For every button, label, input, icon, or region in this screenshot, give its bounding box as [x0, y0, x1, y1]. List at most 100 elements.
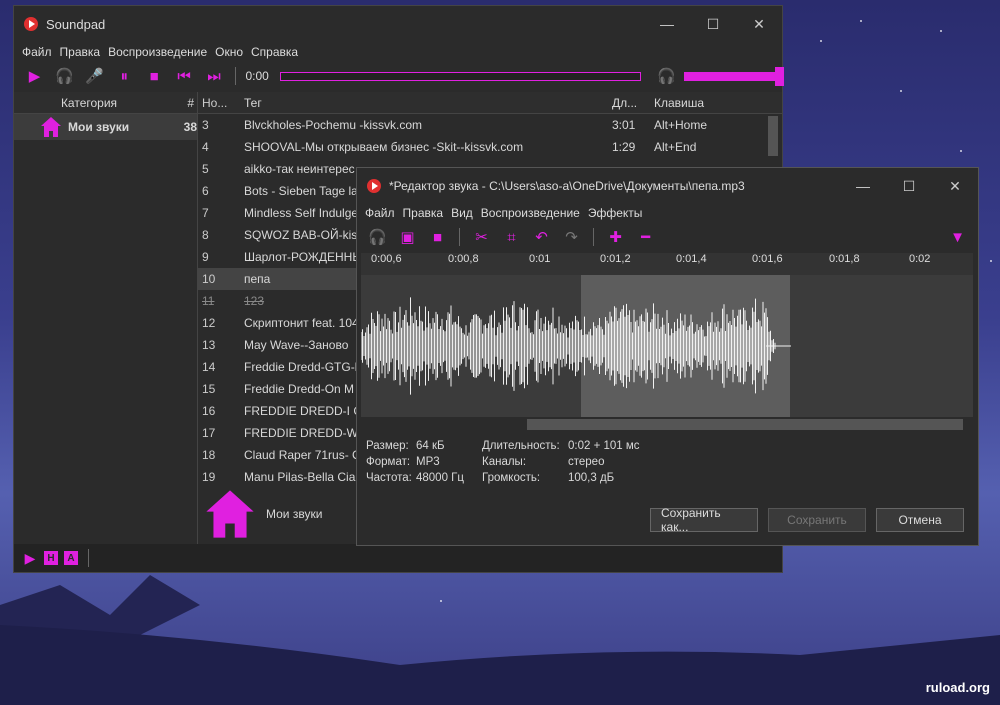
menu-edit[interactable]: Правка	[60, 45, 101, 59]
microphone-icon[interactable]: 🎤	[82, 65, 107, 87]
sound-number: 15	[202, 382, 216, 396]
sound-number: 12	[202, 316, 216, 330]
sound-number: 3	[202, 118, 209, 132]
cut-icon[interactable]: ✂	[469, 226, 494, 248]
sound-duration: 3:01	[612, 118, 636, 132]
duration-column-header[interactable]: Дл...	[612, 96, 654, 110]
scrollbar-thumb[interactable]	[527, 419, 963, 430]
format-value: MP3	[416, 456, 440, 468]
ruler-tick-label: 0:00,8	[448, 253, 479, 265]
autostart-toggle[interactable]: A	[64, 551, 78, 565]
format-label: Формат:	[366, 456, 411, 468]
soundpad-app-icon	[367, 179, 381, 193]
editor-buttons: Сохранить как... Сохранить Отмена	[650, 506, 964, 534]
menu-help[interactable]: Справка	[251, 45, 298, 59]
watermark-text: ruload.org	[925, 680, 990, 695]
sound-tag: SHOOVAL-Мы открываем бизнес -Skit--kissv…	[244, 140, 524, 154]
frequency-label: Частота:	[366, 472, 412, 484]
waveform-scrollbar[interactable]	[361, 419, 973, 430]
loudness-value: 100,3 дБ	[568, 472, 615, 484]
close-button[interactable]: ✕	[932, 171, 978, 201]
waveform-canvas[interactable]	[361, 275, 973, 417]
menu-file[interactable]: Файл	[365, 206, 395, 220]
hotkey-column-header[interactable]: Клавиша	[654, 96, 744, 110]
duration-label: Длительность:	[482, 440, 560, 452]
ruler-tick-label: 0:01,6	[752, 253, 783, 265]
loudness-label: Громкость:	[482, 472, 541, 484]
size-label: Размер:	[366, 440, 409, 452]
zoom-out-icon[interactable]: ━	[633, 226, 658, 248]
speaker-headphones-icon[interactable]: 🎧	[654, 65, 679, 87]
file-info: Размер: 64 кБ Длительность: 0:02 + 101 м…	[366, 438, 640, 486]
sound-list-row[interactable]: 4 SHOOVAL-Мы открываем бизнес -Skit--kiss…	[198, 136, 782, 158]
crop-icon[interactable]: ⌗	[499, 226, 524, 248]
editor-titlebar: *Редактор звука - C:\Users\aso-a\OneDriv…	[357, 168, 978, 204]
category-item[interactable]: Мои звуки 38	[14, 114, 197, 140]
menu-view[interactable]: Вид	[451, 206, 473, 220]
house-icon	[41, 117, 61, 137]
headphones-icon[interactable]: 🎧	[365, 226, 390, 248]
play-selection-icon[interactable]: ▣	[395, 226, 420, 248]
save-as-button[interactable]: Сохранить как...	[650, 506, 758, 534]
pause-icon[interactable]: ⏸	[112, 65, 137, 87]
menu-window[interactable]: Окно	[215, 45, 243, 59]
headphones-icon[interactable]: 🎧	[52, 65, 77, 87]
menu-edit[interactable]: Правка	[403, 206, 444, 220]
ruler-tick-label: 0:01,4	[676, 253, 707, 265]
sound-hotkey: Alt+End	[654, 140, 697, 154]
menu-file[interactable]: Файл	[22, 45, 52, 59]
zoom-in-icon[interactable]: ✚	[603, 226, 628, 248]
undo-icon[interactable]: ↶	[529, 226, 554, 248]
category-count: 38	[183, 120, 197, 134]
sound-number: 4	[202, 140, 209, 154]
save-button[interactable]: Сохранить	[768, 508, 866, 532]
menu-playback[interactable]: Воспроизведение	[481, 206, 580, 220]
close-button[interactable]: ✕	[736, 9, 782, 39]
stop-icon[interactable]: ■	[142, 65, 167, 87]
toolbar-separator	[459, 228, 460, 246]
menu-effects[interactable]: Эффекты	[588, 206, 643, 220]
play-icon[interactable]: ▶	[22, 65, 47, 87]
maximize-button[interactable]: ☐	[886, 171, 932, 201]
count-column-header[interactable]: #	[164, 96, 194, 110]
stop-icon[interactable]: ■	[425, 226, 450, 248]
sound-tag: Blvckholes-Pochemu -kissvk.com	[244, 118, 423, 132]
sound-number: 17	[202, 426, 216, 440]
maximize-button[interactable]: ☐	[690, 9, 736, 39]
redo-icon[interactable]: ↷	[559, 226, 584, 248]
play-icon[interactable]: ▶	[22, 550, 38, 566]
minimize-button[interactable]: —	[840, 171, 886, 201]
category-footer: Мои звуки	[198, 484, 353, 544]
minimize-button[interactable]: —	[644, 9, 690, 39]
sound-number: 5	[202, 162, 209, 176]
main-window-title: Soundpad	[46, 16, 106, 32]
tag-column-header[interactable]: Тег	[240, 96, 612, 110]
ruler-tick-label: 0:01,2	[600, 253, 631, 265]
sound-number: 16	[202, 404, 216, 418]
sound-hotkey: Alt+Home	[654, 118, 708, 132]
category-header: Категория #	[14, 92, 197, 114]
list-scrollbar[interactable]	[768, 116, 778, 156]
volume-slider[interactable]	[684, 66, 784, 86]
sound-number: 11	[202, 294, 215, 308]
sound-list-header: Но... Тег Дл... Клавиша	[198, 92, 782, 114]
category-column-header[interactable]: Категория	[14, 96, 164, 110]
menu-playback[interactable]: Воспроизведение	[108, 45, 207, 59]
sound-number: 8	[202, 228, 209, 242]
next-icon[interactable]: ⏭	[202, 65, 227, 87]
waveform	[361, 297, 791, 395]
dropdown-triangle-icon[interactable]: ▼	[945, 226, 970, 248]
number-column-header[interactable]: Но...	[198, 96, 240, 110]
editor-toolbar: 🎧 ▣ ■ ✂ ⌗ ↶ ↷ ✚ ━ ▼	[357, 222, 978, 252]
seek-bar[interactable]	[280, 71, 642, 81]
channels-label: Каналы:	[482, 456, 527, 468]
ruler-tick-label: 0:00,6	[371, 253, 402, 265]
editor-window-title: *Редактор звука - C:\Users\aso-a\OneDriv…	[389, 179, 745, 193]
size-value: 64 кБ	[416, 440, 445, 452]
statusbar-separator	[88, 549, 89, 567]
hotkeys-toggle[interactable]: H	[44, 551, 58, 565]
toolbar-separator	[593, 228, 594, 246]
cancel-button[interactable]: Отмена	[876, 508, 964, 532]
previous-icon[interactable]: ⏮	[172, 65, 197, 87]
sound-list-row[interactable]: 3 Blvckholes-Pochemu -kissvk.com 3:01 Alt+H…	[198, 114, 782, 136]
